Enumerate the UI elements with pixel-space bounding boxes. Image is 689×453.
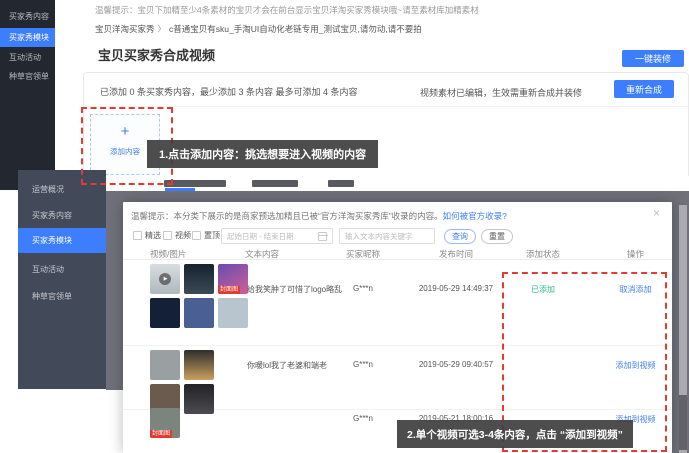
media-thumbnails: ▶ 封面图 (150, 264, 248, 328)
dim-overlay (106, 202, 123, 390)
checkbox-video-label: 视频 (175, 230, 191, 241)
cell-nick: G***n (333, 284, 393, 293)
page-title: 宝贝买家秀合成视频 (98, 45, 215, 64)
scrollbar[interactable] (679, 205, 687, 453)
checkbox-icon[interactable] (163, 231, 172, 240)
tab-placeholder (252, 180, 298, 187)
keyword-search-input[interactable] (339, 228, 435, 244)
cover-badge: 封面图 (150, 430, 172, 438)
tab-placeholder (328, 180, 354, 187)
panel-divider (84, 106, 688, 107)
content-picker-modal: × 温馨提示：本分类下展示的是商家预选加精且已被“官方洋淘买家秀库”收录的内容。… (123, 202, 672, 453)
notice-text: 温馨提示：宝贝下加精至少4条素材的宝贝才会在前台显示宝贝洋淘买家秀模块哦~请至素… (95, 4, 479, 16)
table-row: 你暖lol我了老婆和端老 G***n 2019-05-29 09:40:57 添… (123, 346, 672, 410)
checkbox-icon[interactable] (133, 231, 142, 240)
calendar-icon (318, 232, 327, 241)
add-to-video-link[interactable]: 添加到视频 (593, 360, 672, 371)
plus-icon: + (121, 124, 130, 139)
sidebar2-item-buyer-show-content[interactable]: 买家秀内容 (18, 206, 106, 226)
sidebar2-item-seeding-order[interactable]: 种草官领单 (18, 287, 106, 307)
sidebar-item-buyer-show-content[interactable]: 买家秀内容 (0, 7, 55, 26)
cell-text: 你暖lol我了老婆和端老 (247, 360, 327, 371)
query-button[interactable]: 查询 (444, 229, 476, 244)
annotation-tooltip-step2: 2.单个视频可选3-4条内容，点击 “添加到视频” (397, 420, 633, 448)
added-content-summary: 已添加 0 条买家秀内容，最少添加 3 条内容 最多可添加 4 条内容 (100, 85, 358, 98)
cell-time: 2019-05-29 09:40:57 (411, 360, 501, 369)
checkbox-video[interactable]: 视频 (163, 230, 191, 241)
sidebar-secondary: 运营概况 买家秀内容 买家秀模块 互动活动 种草官领单 (18, 170, 106, 389)
cell-nick: G***n (333, 414, 393, 423)
sidebar-item-interactive-activity[interactable]: 互动活动 (0, 48, 55, 67)
sidebar2-item-buyer-show-module[interactable]: 买家秀模块 (18, 228, 106, 253)
breadcrumb-separator: 〉 (158, 24, 167, 34)
sidebar2-item-interactive-activity[interactable]: 互动活动 (18, 260, 106, 280)
one-click-decorate-button[interactable]: 一键装修 (622, 50, 684, 67)
sidebar-primary: 买家秀内容 买家秀模块 互动活动 种草官领单 (0, 0, 55, 190)
recompose-status-note: 视频素材已编辑，生效需重新合成并装修 (420, 86, 582, 99)
official-inclusion-link[interactable]: 如何被官方收录? (443, 211, 507, 221)
cell-text: 给我笑肿了可惜了logo略乱 (247, 284, 342, 295)
reset-button[interactable]: 重置 (481, 229, 513, 244)
breadcrumb: 宝贝洋淘买家秀〉c普通宝贝有sku_手淘UI自动化老链专用_测试宝贝,请勿动,请… (95, 23, 422, 35)
breadcrumb-current: c普通宝贝有sku_手淘UI自动化老链专用_测试宝贝,请勿动,请不要拍 (169, 24, 422, 34)
cancel-add-link[interactable]: 取消添加 (593, 284, 672, 295)
sidebar2-item-overview[interactable]: 运营概况 (18, 180, 106, 200)
checkbox-pinned[interactable]: 置顶 (192, 230, 220, 241)
screen: 买家秀内容 买家秀模块 互动活动 种草官领单 温馨提示：宝贝下加精至少4条素材的… (0, 0, 689, 453)
checkbox-featured-label: 精选 (145, 230, 161, 241)
tab-placeholder (164, 180, 226, 187)
breadcrumb-parent[interactable]: 宝贝洋淘买家秀 (95, 24, 155, 34)
image-thumbnail[interactable] (150, 298, 180, 328)
add-content-label: 添加内容 (110, 146, 140, 157)
dim-overlay (106, 191, 689, 202)
image-thumbnail[interactable] (218, 298, 248, 328)
recompose-button[interactable]: 重新合成 (614, 80, 674, 98)
image-thumbnail[interactable] (184, 298, 214, 328)
cell-nick: G***n (333, 360, 393, 369)
cell-status: 已添加 (503, 284, 583, 295)
checkbox-pinned-label: 置顶 (204, 230, 220, 241)
sidebar-item-buyer-show-module[interactable]: 买家秀模块 (0, 28, 55, 47)
cell-time: 2019-05-29 14:49:37 (411, 284, 501, 293)
date-range-input[interactable]: 起始日期 - 结束日期 (221, 228, 333, 244)
annotation-tooltip-step1: 1.点击添加内容：挑选想要进入视频的内容 (147, 140, 378, 168)
modal-notice-text: 温馨提示：本分类下展示的是商家预选加精且已被“官方洋淘买家秀库”收录的内容。 (131, 211, 443, 221)
scrollbar-thumb[interactable] (679, 395, 687, 450)
checkbox-icon[interactable] (192, 231, 201, 240)
checkbox-featured[interactable]: 精选 (133, 230, 161, 241)
date-range-placeholder: 起始日期 - 结束日期 (227, 231, 294, 242)
sidebar-item-seeding-order[interactable]: 种草官领单 (0, 67, 55, 86)
modal-notice: 温馨提示：本分类下展示的是商家预选加精且已被“官方洋淘买家秀库”收录的内容。如何… (131, 210, 507, 222)
close-icon[interactable]: × (653, 207, 660, 219)
table-row: ▶ 封面图 给我笑肿了可惜了logo略乱 G***n 2019-05-29 14… (123, 260, 672, 346)
